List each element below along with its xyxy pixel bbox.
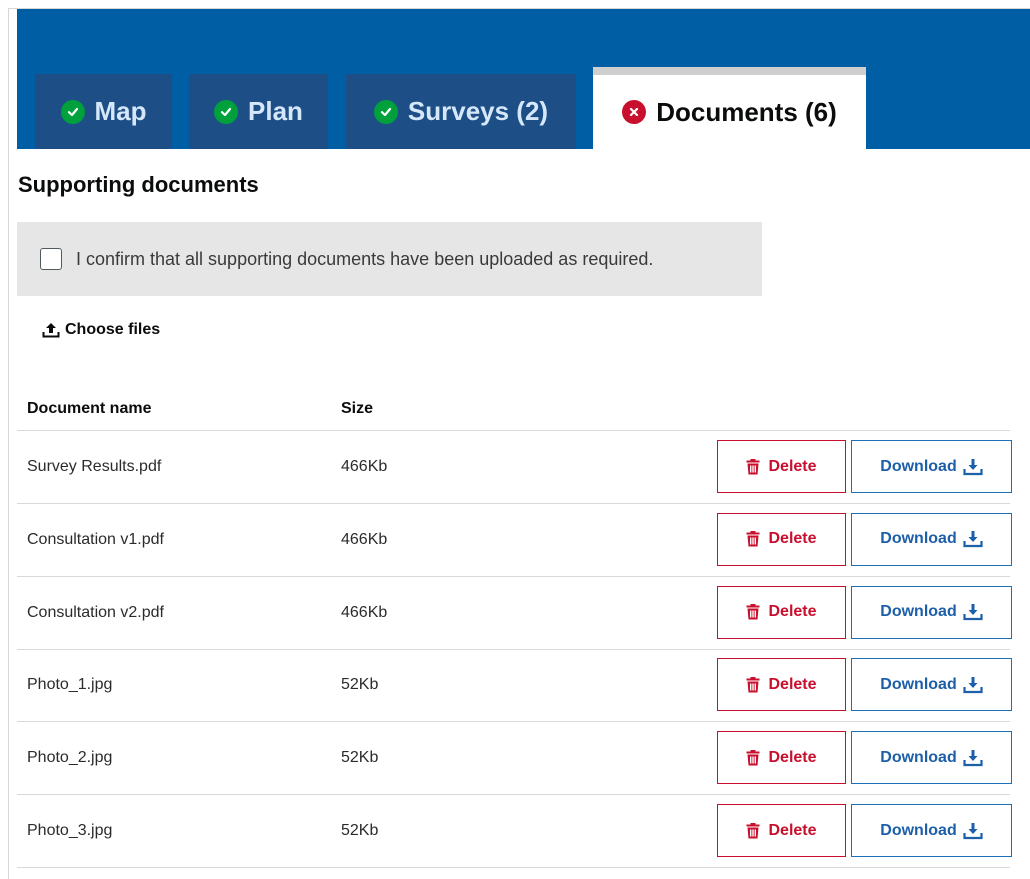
table-row: Photo_1.jpg 52Kb Delete Download (17, 649, 1012, 723)
delete-label: Delete (768, 675, 817, 693)
trash-icon (746, 531, 760, 547)
tab-documents[interactable]: Documents (6) (593, 67, 866, 149)
table-row: Survey Results.pdf 466Kb Delete Download (17, 431, 1012, 504)
error-circle-icon (622, 100, 647, 124)
document-size: 466Kb (341, 603, 388, 621)
delete-label: Delete (768, 748, 817, 766)
download-button[interactable]: Download (851, 440, 1012, 493)
upload-icon (42, 323, 60, 338)
delete-button[interactable]: Delete (717, 512, 846, 566)
table-row: Photo_2.jpg 52Kb Delete Download (17, 722, 1012, 796)
tab-map[interactable]: Map (35, 74, 172, 149)
table-row: Consultation v1.pdf 466Kb Delete Download (17, 504, 1012, 577)
delete-label: Delete (768, 530, 817, 548)
trash-icon (746, 749, 760, 766)
document-size: 52Kb (341, 822, 379, 839)
document-name: Photo_1.jpg (27, 676, 113, 694)
download-button[interactable]: Download (851, 585, 1012, 639)
tab-bar: Map Plan Surveys (2) Documents (6) (17, 9, 1030, 149)
download-button[interactable]: Download (851, 512, 1012, 566)
tab-label: Plan (248, 96, 303, 126)
document-name: Photo_3.jpg (27, 822, 113, 839)
download-button[interactable]: Download (851, 658, 1012, 712)
check-circle-icon (60, 99, 85, 124)
download-label: Download (880, 457, 957, 475)
delete-button[interactable]: Delete (717, 731, 846, 785)
tab-label: Surveys (2) (407, 96, 549, 126)
table-row: Consultation v2.pdf 466Kb Delete Download (17, 577, 1012, 650)
choose-files-label: Choose files (65, 321, 161, 338)
trash-icon (746, 458, 760, 474)
delete-button[interactable]: Delete (717, 658, 846, 712)
delete-button[interactable]: Delete (717, 585, 846, 639)
download-button[interactable]: Download (851, 804, 1012, 857)
confirm-panel: I confirm that all supporting documents … (17, 222, 762, 296)
document-size: 52Kb (341, 676, 379, 694)
document-size: 466Kb (341, 458, 388, 475)
choose-files-button[interactable]: Choose files (42, 321, 160, 339)
download-label: Download (880, 748, 957, 766)
download-label: Download (880, 530, 957, 548)
trash-icon (746, 822, 760, 838)
document-name: Survey Results.pdf (27, 458, 162, 475)
download-button[interactable]: Download (851, 731, 1012, 785)
delete-button[interactable]: Delete (717, 804, 846, 857)
confirm-label[interactable]: I confirm that all supporting documents … (76, 249, 653, 270)
document-name: Consultation v2.pdf (27, 603, 164, 621)
table-header: Document name Size (17, 395, 1010, 431)
delete-button[interactable]: Delete (717, 440, 846, 493)
download-icon (963, 531, 983, 548)
column-header-size: Size (341, 400, 374, 417)
tab-label: Documents (6) (656, 96, 837, 127)
column-header-name: Document name (27, 400, 152, 417)
delete-label: Delete (768, 821, 817, 839)
confirm-checkbox[interactable] (40, 248, 62, 270)
tab-surveys[interactable]: Surveys (2) (346, 74, 576, 149)
check-circle-icon (214, 99, 239, 124)
download-icon (963, 458, 983, 475)
table-row: Photo_3.jpg 52Kb Delete Download (17, 795, 1012, 868)
download-label: Download (880, 821, 957, 839)
download-label: Download (880, 675, 957, 693)
document-name: Photo_2.jpg (27, 749, 113, 767)
download-label: Download (880, 603, 957, 621)
trash-icon (746, 604, 760, 620)
section-title: Supporting documents (18, 172, 259, 197)
document-size: 52Kb (341, 749, 379, 767)
tab-plan[interactable]: Plan (189, 74, 328, 149)
check-circle-icon (373, 99, 398, 124)
download-icon (963, 822, 983, 839)
delete-label: Delete (768, 603, 817, 621)
download-icon (963, 749, 983, 766)
download-icon (963, 604, 983, 621)
document-name: Consultation v1.pdf (27, 530, 164, 548)
document-size: 466Kb (341, 530, 388, 548)
tab-label: Map (94, 96, 147, 126)
trash-icon (746, 676, 760, 693)
delete-label: Delete (768, 457, 817, 475)
download-icon (963, 676, 983, 693)
